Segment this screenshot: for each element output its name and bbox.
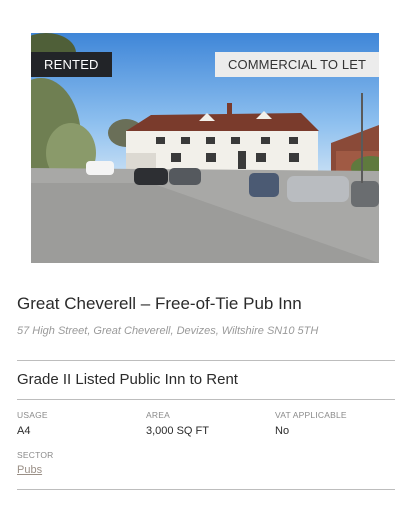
divider [17,360,395,361]
area-label: AREA [146,410,170,420]
listing-address: 57 High Street, Great Cheverell, Devizes… [17,325,319,337]
sector-label: SECTOR [17,450,54,460]
vat-label: VAT APPLICABLE [275,410,347,420]
sector-link[interactable]: Pubs [17,464,42,476]
divider [17,399,395,400]
usage-value: A4 [17,425,31,437]
commercial-to-let-badge: COMMERCIAL TO LET [215,52,379,77]
divider [17,489,395,490]
area-value: 3,000 SQ FT [146,425,209,437]
rented-badge: RENTED [31,52,112,77]
listing-title[interactable]: Great Cheverell – Free-of-Tie Pub Inn [17,294,302,314]
usage-label: USAGE [17,410,48,420]
vat-value: No [275,425,290,437]
listing-subtitle: Grade II Listed Public Inn to Rent [17,371,238,388]
